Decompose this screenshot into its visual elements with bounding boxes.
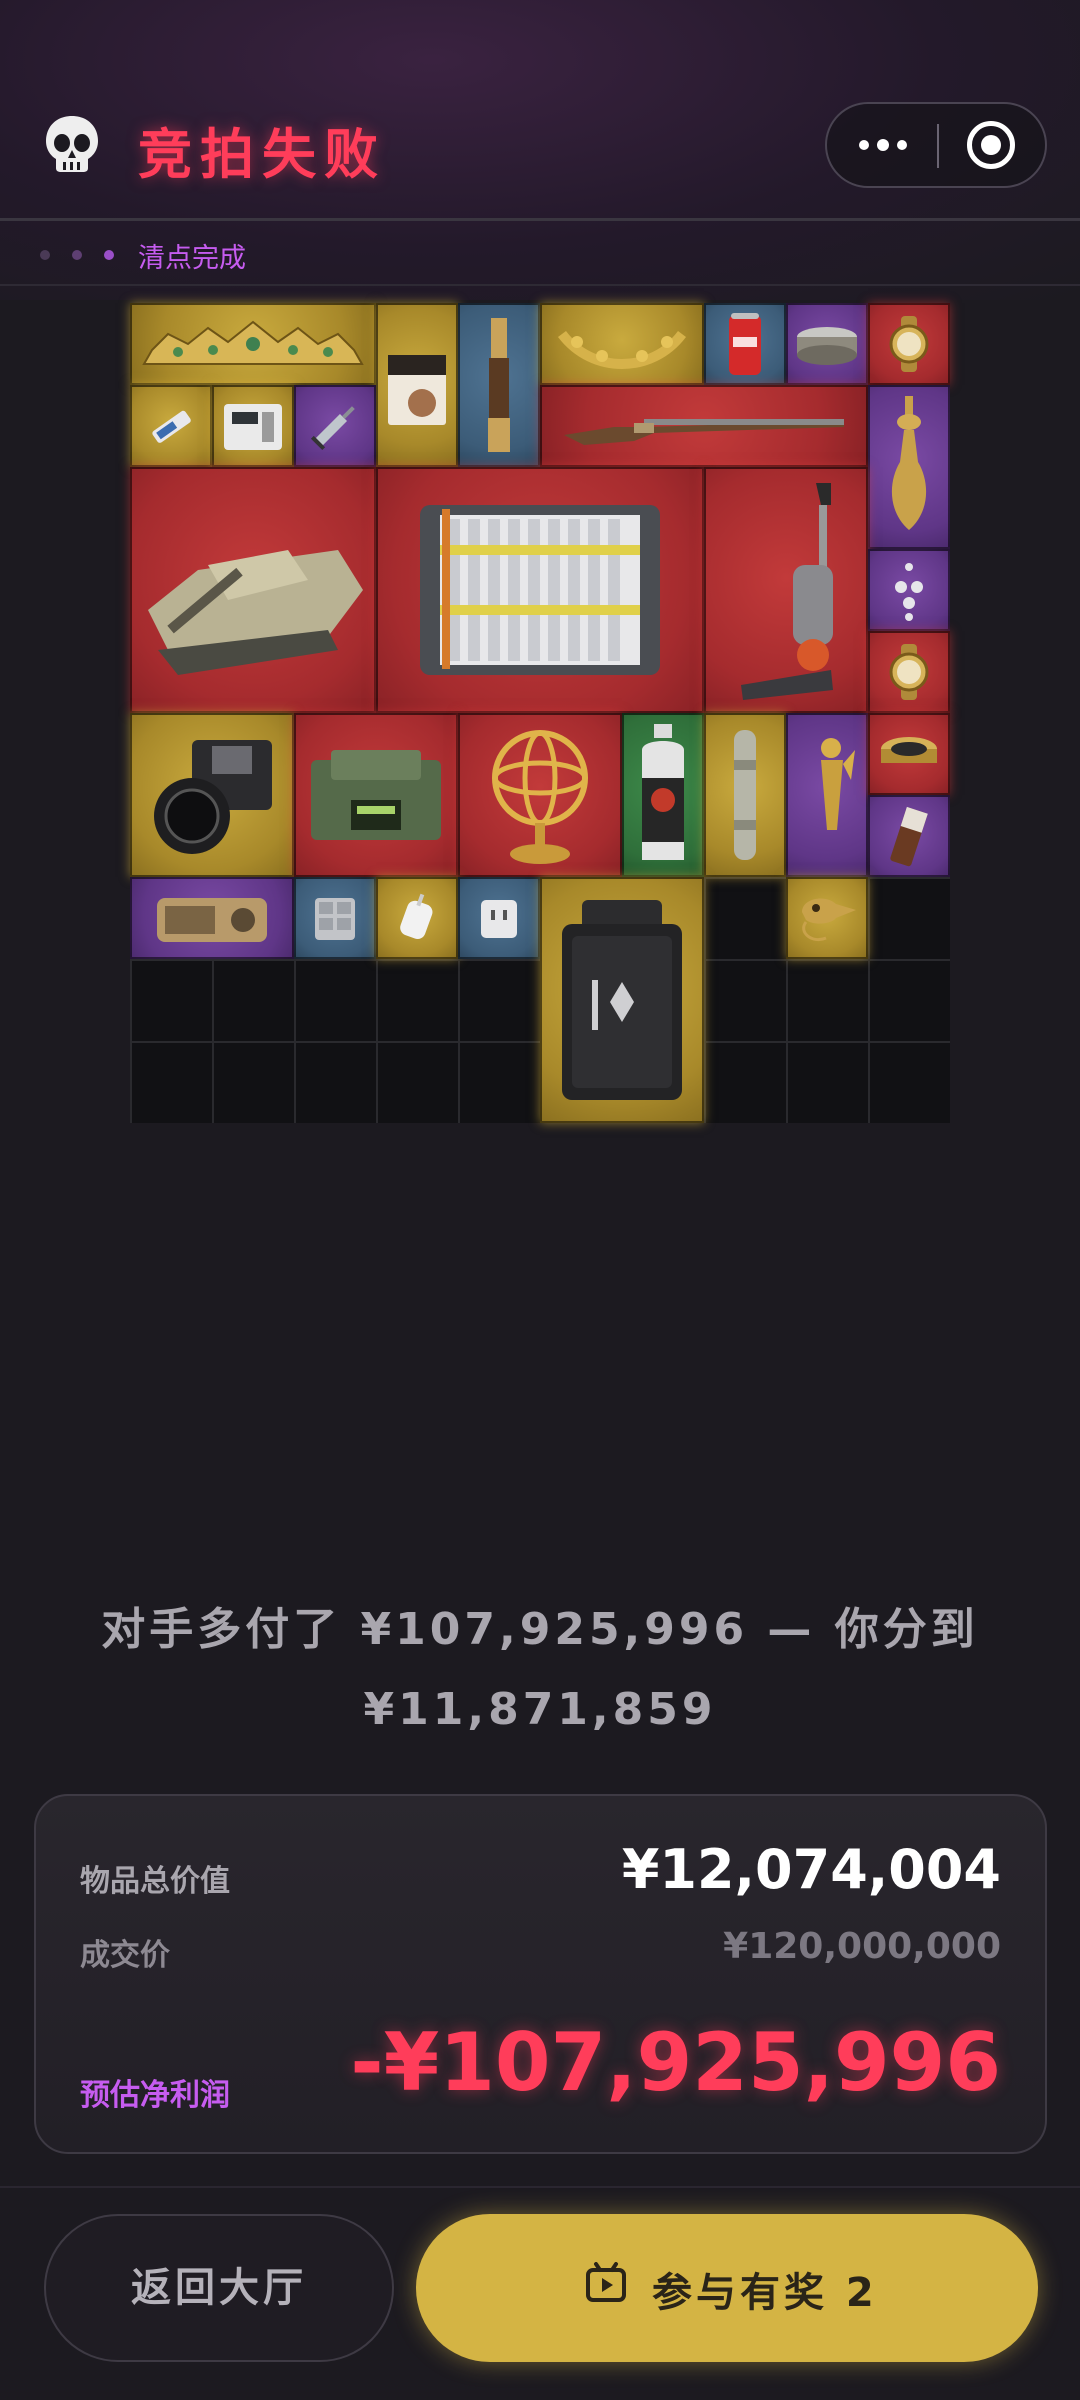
video-play-icon xyxy=(584,2262,628,2306)
item-bird-skull[interactable] xyxy=(786,877,868,959)
tank-icon xyxy=(148,550,363,675)
net-profit-label: 预估净利润 xyxy=(80,2078,230,2113)
vacuum-icon xyxy=(741,483,833,700)
chocolate-bar-icon xyxy=(890,806,928,867)
capsule-divider xyxy=(937,124,939,168)
item-white-charger[interactable] xyxy=(376,877,458,959)
vase-icon xyxy=(891,396,927,530)
summary-line-2: ¥11,871,859 xyxy=(363,1684,717,1735)
status-divider xyxy=(0,284,1080,286)
item-antique-rifle[interactable] xyxy=(540,385,868,467)
item-power-case[interactable] xyxy=(540,877,704,1123)
page-title: 竞拍失败 xyxy=(138,123,386,186)
item-usb-stick[interactable] xyxy=(130,385,212,467)
miniprogram-capsule xyxy=(825,102,1047,188)
status-text: 清点完成 xyxy=(138,243,246,274)
header: 竞拍失败 xyxy=(0,90,1080,220)
more-icon[interactable] xyxy=(847,104,937,186)
armillary-sphere-icon xyxy=(492,730,588,864)
scope-tube-icon xyxy=(734,730,756,860)
status-row: 清点完成 xyxy=(40,234,540,274)
item-chocolate-bar[interactable] xyxy=(868,795,950,877)
item-vacuum-cleaner[interactable] xyxy=(704,467,868,713)
item-syringe[interactable] xyxy=(294,385,376,467)
rifle-icon xyxy=(564,419,844,445)
item-soda-can[interactable] xyxy=(704,303,786,385)
value-card: 物品总价值 ¥12,074,004 成交价 ¥120,000,000 预估净利润… xyxy=(34,1794,1047,2154)
item-battery-pack[interactable] xyxy=(376,467,704,713)
spyglass-icon xyxy=(488,318,510,452)
watch-icon xyxy=(889,316,929,372)
item-tank[interactable] xyxy=(130,467,376,713)
item-tiara[interactable] xyxy=(130,303,376,385)
usb-stick-icon xyxy=(152,410,191,443)
syringe-icon xyxy=(310,406,355,451)
meter-icon xyxy=(224,404,282,450)
earring-icon xyxy=(895,563,923,621)
soda-can-icon xyxy=(729,313,761,375)
battery-pack-icon xyxy=(420,505,660,675)
laurel-crown-icon xyxy=(558,330,686,369)
item-barista-box[interactable] xyxy=(376,303,458,467)
summary-line-1: 对手多付了 ¥107,925,996 — 你分到 xyxy=(101,1604,979,1655)
cube-device-icon xyxy=(315,898,355,940)
item-gold-watch[interactable] xyxy=(868,303,950,385)
spray-can-icon xyxy=(642,724,684,860)
result-summary: 对手多付了 ¥107,925,996 — 你分到 ¥11,871,859 xyxy=(60,1590,1020,1750)
back-to-lobby-button[interactable]: 返回大厅 xyxy=(44,2214,394,2362)
item-spyglass[interactable] xyxy=(458,303,540,467)
header-divider xyxy=(0,218,1080,221)
item-cube-device[interactable] xyxy=(294,877,376,959)
progress-dot xyxy=(104,250,114,260)
item-camera[interactable] xyxy=(130,713,294,877)
join-reward-label: 参与有奖 2 xyxy=(652,2270,878,2316)
item-gold-watch-2[interactable] xyxy=(868,631,950,713)
join-reward-button[interactable]: 参与有奖 2 xyxy=(416,2214,1038,2362)
item-armillary-sphere[interactable] xyxy=(458,713,622,877)
power-case-icon xyxy=(562,900,682,1100)
item-caviar-tin[interactable] xyxy=(868,713,950,795)
vintage-radio-icon xyxy=(157,898,267,942)
deal-price-value: ¥120,000,000 xyxy=(723,1926,1001,1967)
charger-icon xyxy=(400,893,433,939)
skull-icon xyxy=(40,112,104,176)
statue-icon xyxy=(821,738,855,830)
item-vintage-radio[interactable] xyxy=(130,877,294,959)
caviar-tin-icon xyxy=(881,737,937,763)
item-military-radio[interactable] xyxy=(294,713,458,877)
power-adapter-icon xyxy=(481,900,517,938)
tin-can-icon xyxy=(797,327,857,365)
watch-icon xyxy=(889,644,929,700)
bird-skull-icon xyxy=(802,898,856,941)
net-profit-value: -¥107,925,996 xyxy=(350,2016,1001,2109)
close-target-icon[interactable] xyxy=(967,121,1015,169)
tiara-icon xyxy=(142,320,364,365)
item-earring[interactable] xyxy=(868,549,950,631)
inventory-grid xyxy=(130,303,950,1123)
deal-price-label: 成交价 xyxy=(80,1938,170,1973)
item-golden-statue[interactable] xyxy=(786,713,868,877)
radio-icon xyxy=(311,750,441,840)
item-power-adapter[interactable] xyxy=(458,877,540,959)
progress-dot xyxy=(40,250,50,260)
item-laurel-crown[interactable] xyxy=(540,303,704,385)
item-scope-tube[interactable] xyxy=(704,713,786,877)
total-value-label: 物品总价值 xyxy=(80,1864,230,1899)
item-tin-can[interactable] xyxy=(786,303,868,385)
item-spray-can[interactable] xyxy=(622,713,704,877)
progress-dot xyxy=(72,250,82,260)
total-value: ¥12,074,004 xyxy=(621,1838,1001,1901)
bottom-divider xyxy=(0,2186,1080,2188)
item-power-meter[interactable] xyxy=(212,385,294,467)
item-ornate-vase[interactable] xyxy=(868,385,950,549)
coffee-box-icon xyxy=(388,355,446,425)
camera-icon xyxy=(154,740,272,854)
